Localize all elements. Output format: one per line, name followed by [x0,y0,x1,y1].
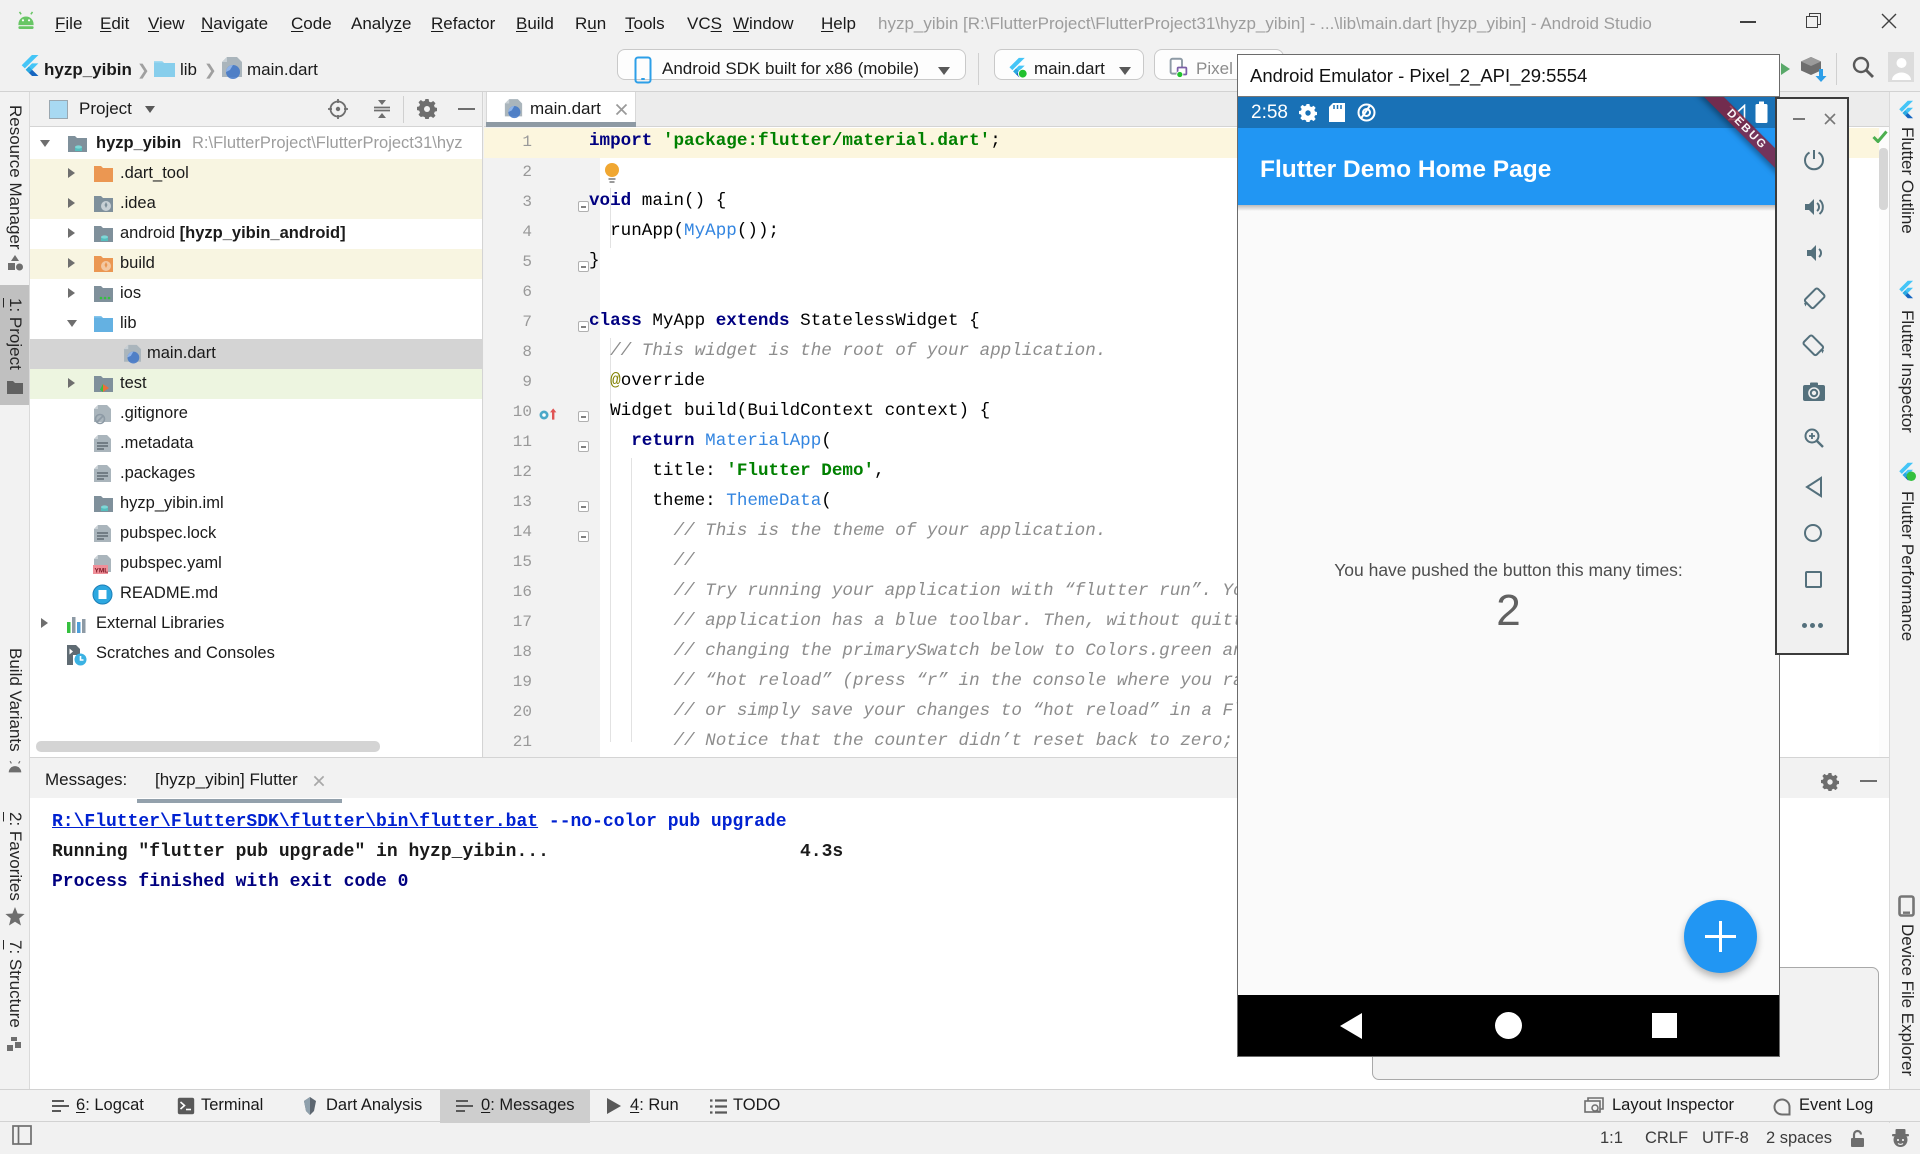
svg-text:YML: YML [95,568,109,575]
